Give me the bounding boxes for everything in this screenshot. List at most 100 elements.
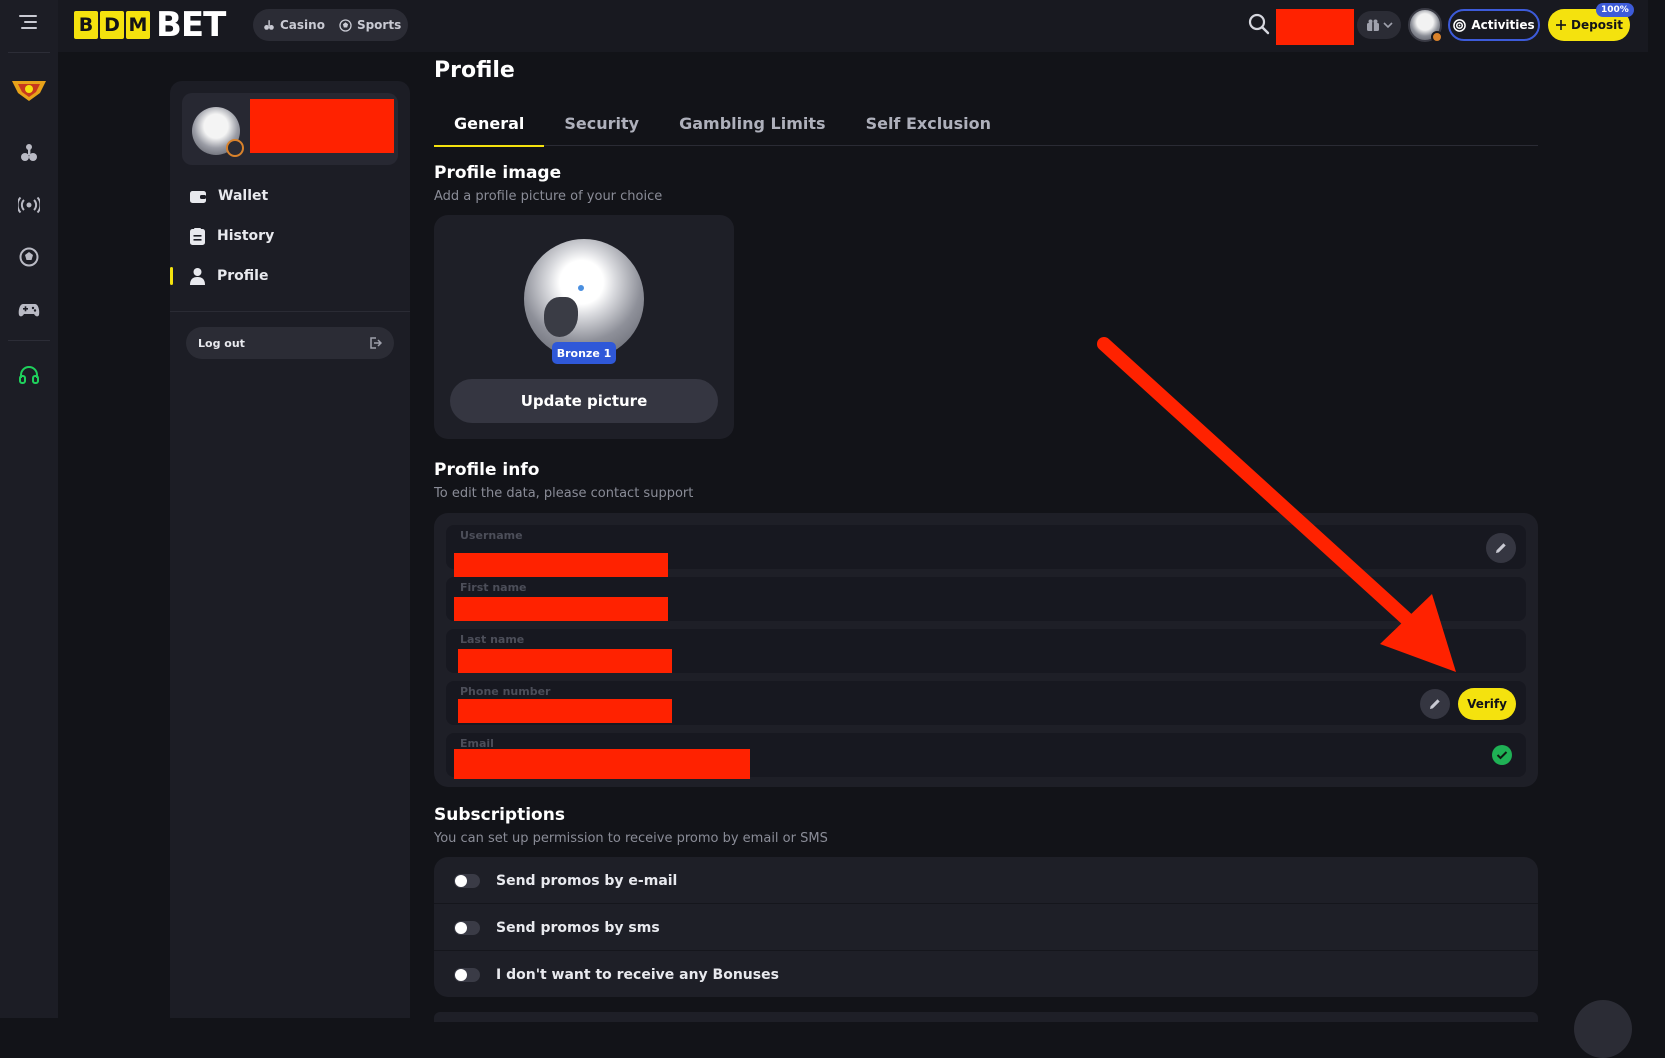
casino-icon — [264, 20, 274, 30]
tab-self-exclusion[interactable]: Self Exclusion — [846, 100, 1011, 146]
page-title: Profile — [434, 58, 515, 83]
wallet-icon — [190, 190, 206, 203]
avatar[interactable] — [192, 107, 244, 157]
phone-number-field: Phone number Verify — [446, 681, 1526, 725]
redacted-balance — [1276, 9, 1354, 45]
mode-casino[interactable]: Casino — [263, 18, 325, 32]
chevron-down-icon — [1382, 22, 1393, 29]
rank-badge-icon — [1431, 31, 1443, 43]
redacted-value — [458, 649, 672, 673]
gamepad-icon[interactable] — [9, 290, 49, 330]
active-indicator — [170, 267, 173, 285]
field-label: Last name — [460, 633, 525, 646]
field-label: First name — [460, 581, 527, 594]
menu-icon[interactable] — [9, 2, 49, 42]
sidebar-item-label: Profile — [217, 268, 269, 284]
user-icon — [190, 267, 205, 285]
tab-security[interactable]: Security — [544, 100, 659, 146]
sidebar-item-label: History — [217, 228, 275, 244]
subscriptions-card: Send promos by e-mail Send promos by sms… — [434, 857, 1538, 997]
mode-casino-label: Casino — [280, 18, 325, 32]
profile-tabs: General Security Gambling Limits Self Ex… — [434, 100, 1538, 147]
redacted-value — [454, 749, 750, 779]
subscription-option: Send promos by sms — [434, 904, 1538, 951]
subscription-option: Send promos by e-mail — [434, 857, 1538, 904]
verify-phone-button[interactable]: Verify — [1458, 688, 1516, 720]
next-section-edge — [434, 1012, 1538, 1022]
logo-letter-m: M — [126, 11, 150, 39]
soccer-ball-icon[interactable] — [9, 237, 49, 277]
logout-label: Log out — [198, 336, 245, 350]
user-card — [182, 93, 398, 165]
target-icon — [1453, 18, 1467, 32]
field-label: Phone number — [460, 685, 551, 698]
gift-icon — [1366, 19, 1379, 31]
panel-divider — [170, 311, 410, 312]
logout-button[interactable]: Log out — [186, 327, 394, 359]
rank-badge-icon[interactable] — [9, 70, 49, 110]
activities-button[interactable]: Activities — [1448, 9, 1540, 41]
profile-image-title: Profile image — [434, 163, 562, 183]
profile-picture — [524, 239, 644, 359]
subscription-label: Send promos by sms — [496, 919, 660, 936]
no-bonuses-toggle[interactable] — [454, 967, 480, 982]
rank-badge-icon — [226, 139, 244, 157]
email-field: Email — [446, 733, 1526, 779]
sidebar-item-profile[interactable]: Profile — [190, 261, 268, 291]
subscriptions-title: Subscriptions — [434, 805, 565, 825]
redacted-value — [454, 597, 668, 621]
logout-icon — [370, 337, 382, 349]
subscription-label: I don't want to receive any Bonuses — [496, 966, 779, 983]
tab-general[interactable]: General — [434, 100, 545, 147]
chat-support-button[interactable] — [1574, 1000, 1632, 1058]
redacted-username — [250, 99, 394, 153]
promo-email-toggle[interactable] — [454, 873, 480, 888]
username-field: Username — [446, 525, 1526, 577]
level-badge: Bronze 1 — [552, 342, 616, 364]
logo-letter-b: B — [74, 11, 98, 39]
user-avatar[interactable] — [1408, 8, 1443, 43]
logo-word: BET — [156, 5, 226, 45]
parrot-beak — [544, 297, 578, 337]
soccer-ball-icon — [339, 18, 352, 32]
rail-divider — [8, 52, 50, 53]
casino-icon[interactable] — [9, 133, 49, 173]
rail-divider — [8, 340, 50, 341]
deposit-label: Deposit — [1571, 18, 1623, 32]
tab-gambling-limits[interactable]: Gambling Limits — [659, 100, 845, 146]
top-bar: B D M BET Casino Sports Activities Depos… — [58, 0, 1648, 52]
promo-sms-toggle[interactable] — [454, 920, 480, 935]
support-headset-icon[interactable] — [9, 355, 49, 395]
mode-switcher: Casino Sports — [253, 9, 408, 41]
sidebar-item-wallet[interactable]: Wallet — [190, 181, 268, 211]
deposit-bonus-badge: 100% — [1596, 3, 1634, 17]
brand-logo[interactable]: B D M BET — [74, 5, 226, 45]
live-icon[interactable] — [9, 185, 49, 225]
edit-username-button[interactable] — [1486, 533, 1516, 563]
pencil-icon — [1496, 543, 1506, 553]
sidebar-item-label: Wallet — [218, 188, 269, 204]
update-picture-button[interactable]: Update picture — [450, 379, 718, 423]
subscription-option: I don't want to receive any Bonuses — [434, 951, 1538, 997]
pencil-icon — [1430, 699, 1440, 709]
activities-label: Activities — [1471, 18, 1535, 32]
left-icon-rail — [0, 0, 58, 1018]
sidebar-item-history[interactable]: History — [190, 221, 274, 251]
subscriptions-subtitle: You can set up permission to receive pro… — [434, 831, 828, 846]
last-name-field: Last name — [446, 629, 1526, 673]
profile-info-card: Username First name Last name Phone numb… — [434, 513, 1538, 787]
subscription-label: Send promos by e-mail — [496, 872, 678, 889]
history-icon — [190, 227, 205, 245]
account-side-panel: Wallet History Profile Log out — [170, 81, 410, 1018]
edit-phone-button[interactable] — [1420, 689, 1450, 719]
profile-image-subtitle: Add a profile picture of your choice — [434, 189, 663, 204]
search-icon[interactable] — [1248, 13, 1270, 35]
field-label: Username — [460, 529, 523, 542]
mode-sports[interactable]: Sports — [339, 18, 401, 32]
plus-icon — [1556, 20, 1567, 30]
first-name-field: First name — [446, 577, 1526, 621]
redacted-value — [454, 553, 668, 577]
currency-dropdown[interactable] — [1357, 11, 1401, 39]
verified-check-icon — [1492, 745, 1512, 765]
profile-info-subtitle: To edit the data, please contact support — [434, 486, 694, 501]
